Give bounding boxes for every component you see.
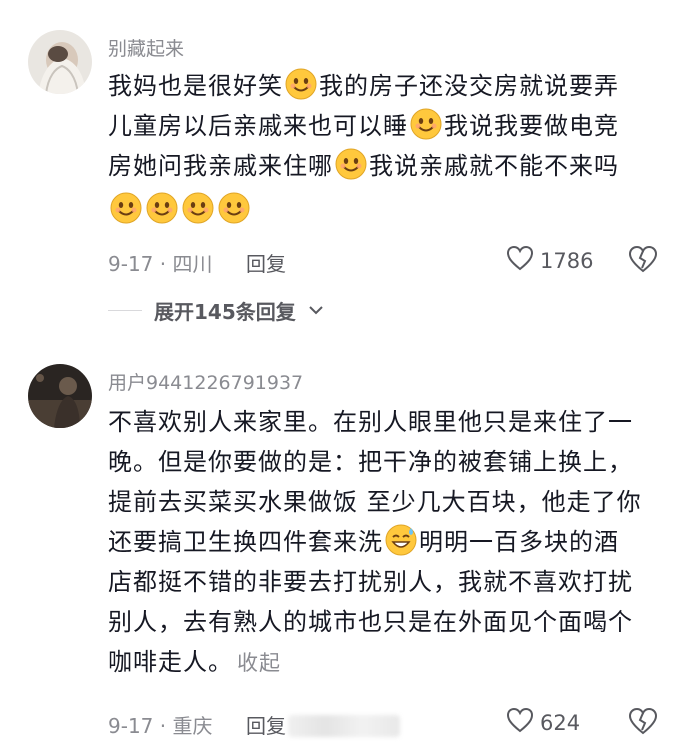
heart-outline-icon (506, 707, 534, 738)
dislike-button[interactable] (628, 245, 658, 277)
reply-button[interactable]: 回复 (246, 248, 286, 277)
smile-emoji-icon (335, 148, 367, 180)
comment-meta: 9-17 · 重庆 回复 (108, 710, 286, 739)
text-segment: 明明一百多块的酒 (419, 528, 619, 556)
avatar[interactable] (28, 30, 92, 94)
expand-replies-label: 展开145条回复 (154, 300, 296, 324)
text-line: 咖啡走人。 (108, 648, 233, 676)
like-count: 1786 (540, 248, 594, 273)
avatar[interactable] (28, 364, 92, 428)
text-line: 店都挺不错的非要去打扰别人，我就不喜欢打扰 (108, 568, 633, 596)
date-location: 9-17 · 四川 (108, 252, 213, 276)
text-segment: 房她问我亲戚来住哪 (108, 152, 333, 180)
smile-emoji-icon (182, 192, 214, 224)
comment-text: 我妈也是很好笑 我的房子还没交房就说要弄 儿童房以后亲戚来也可以睡 我说我要做电竞 … (108, 66, 668, 230)
like-button[interactable]: 1786 (506, 245, 593, 276)
date-location: 9-17 · 重庆 (108, 714, 213, 738)
text-segment: 儿童房以后亲戚来也可以睡 (108, 112, 408, 140)
broken-heart-icon (628, 707, 658, 739)
sweat-smile-emoji-icon (385, 524, 417, 556)
comment-text: 不喜欢别人来家里。在别人眼里他只是来住了一 晚。但是你要做的是：把干净的被套铺上… (108, 402, 668, 683)
smile-emoji-icon (410, 108, 442, 140)
text-segment: 我妈也是很好笑 (108, 72, 283, 100)
text-segment: 我说亲戚就不能不来吗 (369, 152, 619, 180)
text-line: 提前去买菜买水果做饭 至少几大百块，他走了你 (108, 488, 642, 516)
blurred-overlay (288, 715, 400, 737)
reply-button[interactable]: 回复 (246, 710, 286, 739)
like-count: 624 (540, 710, 581, 735)
divider-line (108, 310, 142, 311)
like-button[interactable]: 624 (506, 707, 580, 738)
comment-meta: 9-17 · 四川 回复 (108, 248, 286, 277)
username[interactable]: 用户9441226791937 (108, 368, 303, 395)
text-segment: 我说我要做电竞 (444, 112, 619, 140)
dislike-button[interactable] (628, 707, 658, 739)
text-segment: 还要搞卫生换四件套来洗 (108, 528, 383, 556)
expand-replies-button[interactable]: 展开145条回复 (108, 296, 324, 325)
heart-outline-icon (506, 245, 534, 276)
chevron-down-icon (308, 301, 324, 320)
text-line: 晚。但是你要做的是：把干净的被套铺上换上， (108, 448, 633, 476)
text-segment: 我的房子还没交房就说要弄 (319, 72, 619, 100)
username[interactable]: 别藏起来 (108, 34, 184, 61)
smile-emoji-icon (285, 68, 317, 100)
broken-heart-icon (628, 245, 658, 277)
smile-emoji-icon (218, 192, 250, 224)
smile-emoji-icon (146, 192, 178, 224)
text-line: 别人，去有熟人的城市也只是在外面见个面喝个 (108, 608, 633, 636)
smile-emoji-icon (110, 192, 142, 224)
text-line: 不喜欢别人来家里。在别人眼里他只是来住了一 (108, 408, 633, 436)
collapse-button[interactable]: 收起 (237, 651, 281, 675)
